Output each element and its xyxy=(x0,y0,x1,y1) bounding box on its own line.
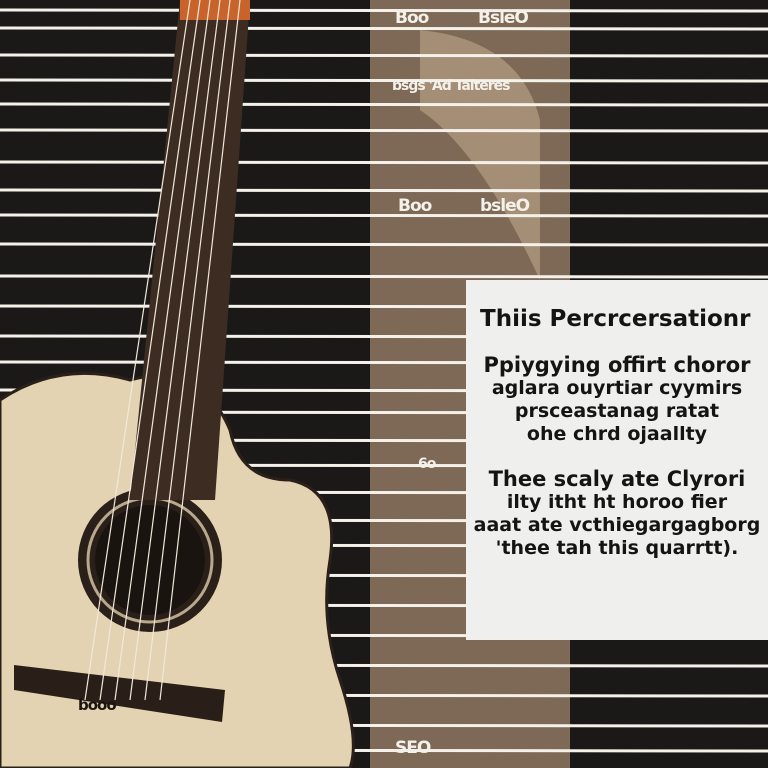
staff-line xyxy=(0,213,768,218)
staff-label: 6o xyxy=(418,456,436,472)
staff-label: bsgs 'Ad Taiteres xyxy=(392,78,511,94)
staff-line xyxy=(0,102,768,107)
staff-line xyxy=(0,274,768,279)
staff-label: booo xyxy=(78,696,117,714)
text-line: prsceastanag ratat xyxy=(514,400,720,422)
text-panel: Thiis Percrcersationr Ppiygying offirt c… xyxy=(466,280,768,640)
text-line: aglara ouyrtiar cyymirs xyxy=(491,377,743,399)
panel-paragraph-1: Ppiygying offirt choror aglara ouyrtiar … xyxy=(466,354,768,446)
staff-label: SEO xyxy=(395,738,431,758)
staff-line xyxy=(0,242,768,247)
panel-paragraph-2: Thee scaly ate Clyrori ilty itht ht horo… xyxy=(466,468,768,560)
staff-line xyxy=(0,78,768,83)
staff-line xyxy=(0,26,768,31)
text-line: ohe chrd ojaallty xyxy=(526,423,708,445)
text-line: aaat ate vcthiegargagborg xyxy=(473,514,761,536)
text-line: Ppiygying offirt choror xyxy=(483,353,751,377)
staff-line xyxy=(0,53,768,58)
staff-line xyxy=(0,160,768,165)
text-line: ilty itht ht horoo fier xyxy=(506,491,728,513)
text-line: Thee scaly ate Clyrori xyxy=(488,467,746,491)
staff-label: Boo xyxy=(395,8,429,28)
staff-line xyxy=(0,8,768,13)
panel-title: Thiis Percrcersationr xyxy=(480,306,751,332)
staff-line xyxy=(0,128,768,133)
staff-label: bsleO xyxy=(480,196,530,216)
staff-label: Boo xyxy=(398,196,432,216)
staff-line xyxy=(0,188,768,193)
staff-label: BsleO xyxy=(478,8,529,28)
text-line: 'thee tah this quarrtt). xyxy=(495,537,739,559)
